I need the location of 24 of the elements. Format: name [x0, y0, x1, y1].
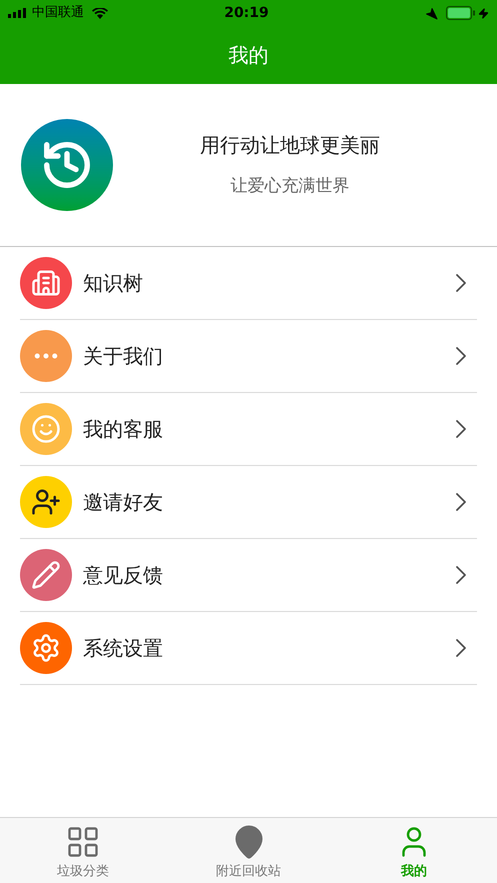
tab-item[interactable]: 附近回收站	[166, 818, 332, 883]
menu-item[interactable]: 系统设置	[20, 612, 477, 685]
menu-label: 意见反馈	[83, 562, 164, 589]
menu-label: 系统设置	[83, 635, 164, 662]
menu-item[interactable]: 邀请好友	[20, 466, 477, 539]
menu-item[interactable]: 关于我们	[20, 320, 477, 393]
menu-item[interactable]: 知识树	[20, 247, 477, 320]
carrier-name: 中国联通	[32, 4, 84, 22]
profile-headline: 用行动让地球更美丽	[200, 132, 380, 160]
menu-label: 知识树	[83, 270, 144, 297]
menu-label: 我的客服	[83, 416, 164, 443]
menu-label: 关于我们	[83, 343, 164, 370]
battery-icon	[446, 6, 476, 20]
signal-icon	[8, 8, 28, 18]
profile-subtitle: 让爱心充满世界	[230, 175, 350, 198]
location-icon	[425, 6, 438, 20]
tab-item[interactable]: 垃圾分类	[0, 818, 166, 883]
charging-icon	[478, 8, 489, 18]
wifi-icon	[92, 8, 108, 18]
page-title: 我的	[228, 42, 268, 69]
menu-item[interactable]: 意见反馈	[20, 539, 477, 612]
menu-label: 邀请好友	[83, 489, 164, 516]
status-time: 20:19	[223, 4, 270, 22]
menu-item[interactable]: 我的客服	[20, 393, 477, 466]
